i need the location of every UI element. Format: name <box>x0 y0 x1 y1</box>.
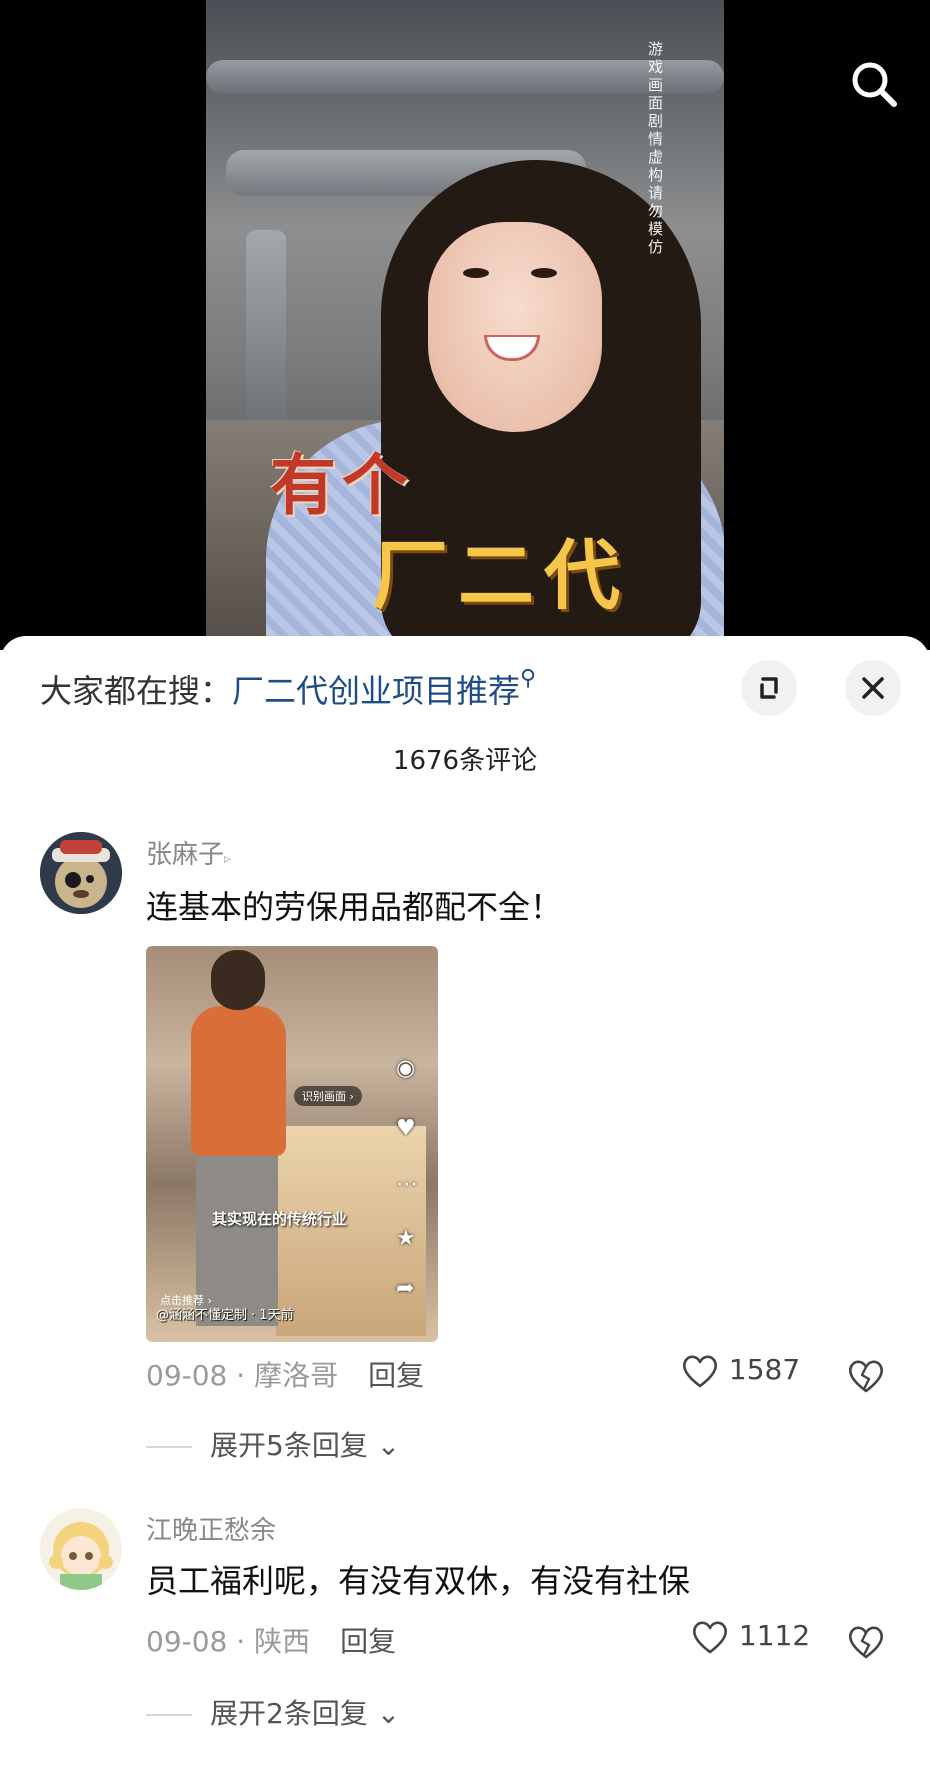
thumbnail-share-icon: ➦ <box>396 1276 415 1301</box>
comment-count: 1676条评论 <box>392 746 538 776</box>
heart-icon <box>682 1355 718 1388</box>
comment-username[interactable]: 张麻子▹ <box>146 834 231 871</box>
video-side-caption: 游戏画面 剧情虚构 请勿模仿 <box>648 40 664 256</box>
hot-search-bar[interactable]: 大家都在搜：厂二代创业项目推荐⚲ <box>40 666 536 712</box>
avatar[interactable] <box>40 1508 122 1590</box>
like-button[interactable]: 1587 <box>680 1352 800 1390</box>
video-caption-line2: 厂二代 <box>372 531 630 620</box>
divider-line <box>146 1714 192 1716</box>
like-count: 1587 <box>728 1353 801 1386</box>
comment-text: 连基本的劳保用品都配不全！ <box>146 888 563 926</box>
like-button[interactable]: 1112 <box>690 1618 810 1656</box>
chevron-down-icon: ⌄ <box>376 1697 401 1730</box>
comment-username[interactable]: 江晚正愁余 <box>146 1510 276 1547</box>
comment-location: 陕西 <box>254 1625 311 1658</box>
thumbnail-comment-icon: ⋯ <box>396 1172 418 1197</box>
video-player[interactable]: 游戏画面 剧情虚构 请勿模仿 有个 厂二代 <box>0 0 930 650</box>
expand-replies[interactable]: 展开2条回复 ⌄ <box>146 1692 400 1732</box>
comment-date: 09-08 <box>146 1625 228 1658</box>
comment-date: 09-08 <box>146 1359 228 1392</box>
avatar-image <box>40 1508 122 1590</box>
close-button[interactable] <box>845 660 901 716</box>
hot-search-label: 大家都在搜： <box>40 672 233 710</box>
like-count: 1112 <box>738 1619 811 1652</box>
person-face <box>428 222 602 432</box>
expand-replies-label: 展开5条回复 <box>210 1429 368 1462</box>
thumbnail-star-icon: ★ <box>396 1226 416 1251</box>
expand-replies[interactable]: 展开5条回复 ⌄ <box>146 1424 400 1464</box>
thumbnail-subtitle: 其实现在的传统行业 <box>212 1210 348 1228</box>
thumbnail-worker <box>191 1006 286 1156</box>
search-icon[interactable] <box>848 58 900 110</box>
username-text: 张麻子 <box>146 840 225 870</box>
thumbnail-worker-head <box>211 950 265 1010</box>
reply-button[interactable]: 回复 <box>368 1359 424 1392</box>
expand-icon <box>760 677 778 699</box>
chevron-down-icon: ⌄ <box>376 1429 401 1462</box>
background-pipe <box>246 230 286 430</box>
hot-search-keyword[interactable]: 厂二代创业项目推荐 <box>232 672 520 710</box>
heart-icon <box>692 1621 728 1654</box>
person-eye <box>531 268 557 278</box>
comment-sheet: 大家都在搜：厂二代创业项目推荐⚲ 1676条评论 张麻子▹ 连基本的劳保用品都配… <box>0 636 930 1776</box>
avatar[interactable] <box>40 832 122 914</box>
author-triangle-icon: ▹ <box>224 851 232 867</box>
comment-meta: 09-08 · 摩洛哥 回复 <box>146 1359 425 1392</box>
comment-image-thumbnail[interactable]: 识别画面 › ◉ ♥ ⋯ ★ ➦ 其实现在的传统行业 点击推荐 › @涵涵不懂定… <box>146 946 438 1342</box>
comment-text: 员工福利呢，有没有双休，有没有社保 <box>146 1562 691 1600</box>
reply-button[interactable]: 回复 <box>340 1625 396 1658</box>
expand-replies-label: 展开2条回复 <box>210 1697 368 1730</box>
thumbnail-recognize-tag: 识别画面 › <box>294 1086 362 1106</box>
comment-location: 摩洛哥 <box>254 1359 339 1392</box>
thumbnail-avatar-icon: ◉ <box>396 1056 416 1081</box>
background-pipe <box>206 60 724 94</box>
search-small-icon: ⚲ <box>520 666 537 691</box>
thumbnail-heart-icon: ♥ <box>396 1116 416 1141</box>
divider-line <box>146 1446 192 1448</box>
comment-meta: 09-08 · 陕西 回复 <box>146 1625 397 1658</box>
expand-button[interactable] <box>741 660 797 716</box>
person-eye <box>463 268 489 278</box>
dislike-broken-heart-icon[interactable] <box>846 1356 886 1396</box>
dislike-broken-heart-icon[interactable] <box>846 1622 886 1662</box>
avatar-image <box>40 832 122 914</box>
close-icon <box>862 677 884 699</box>
thumbnail-author: @涵涵不懂定制 · 1天前 <box>156 1308 294 1323</box>
